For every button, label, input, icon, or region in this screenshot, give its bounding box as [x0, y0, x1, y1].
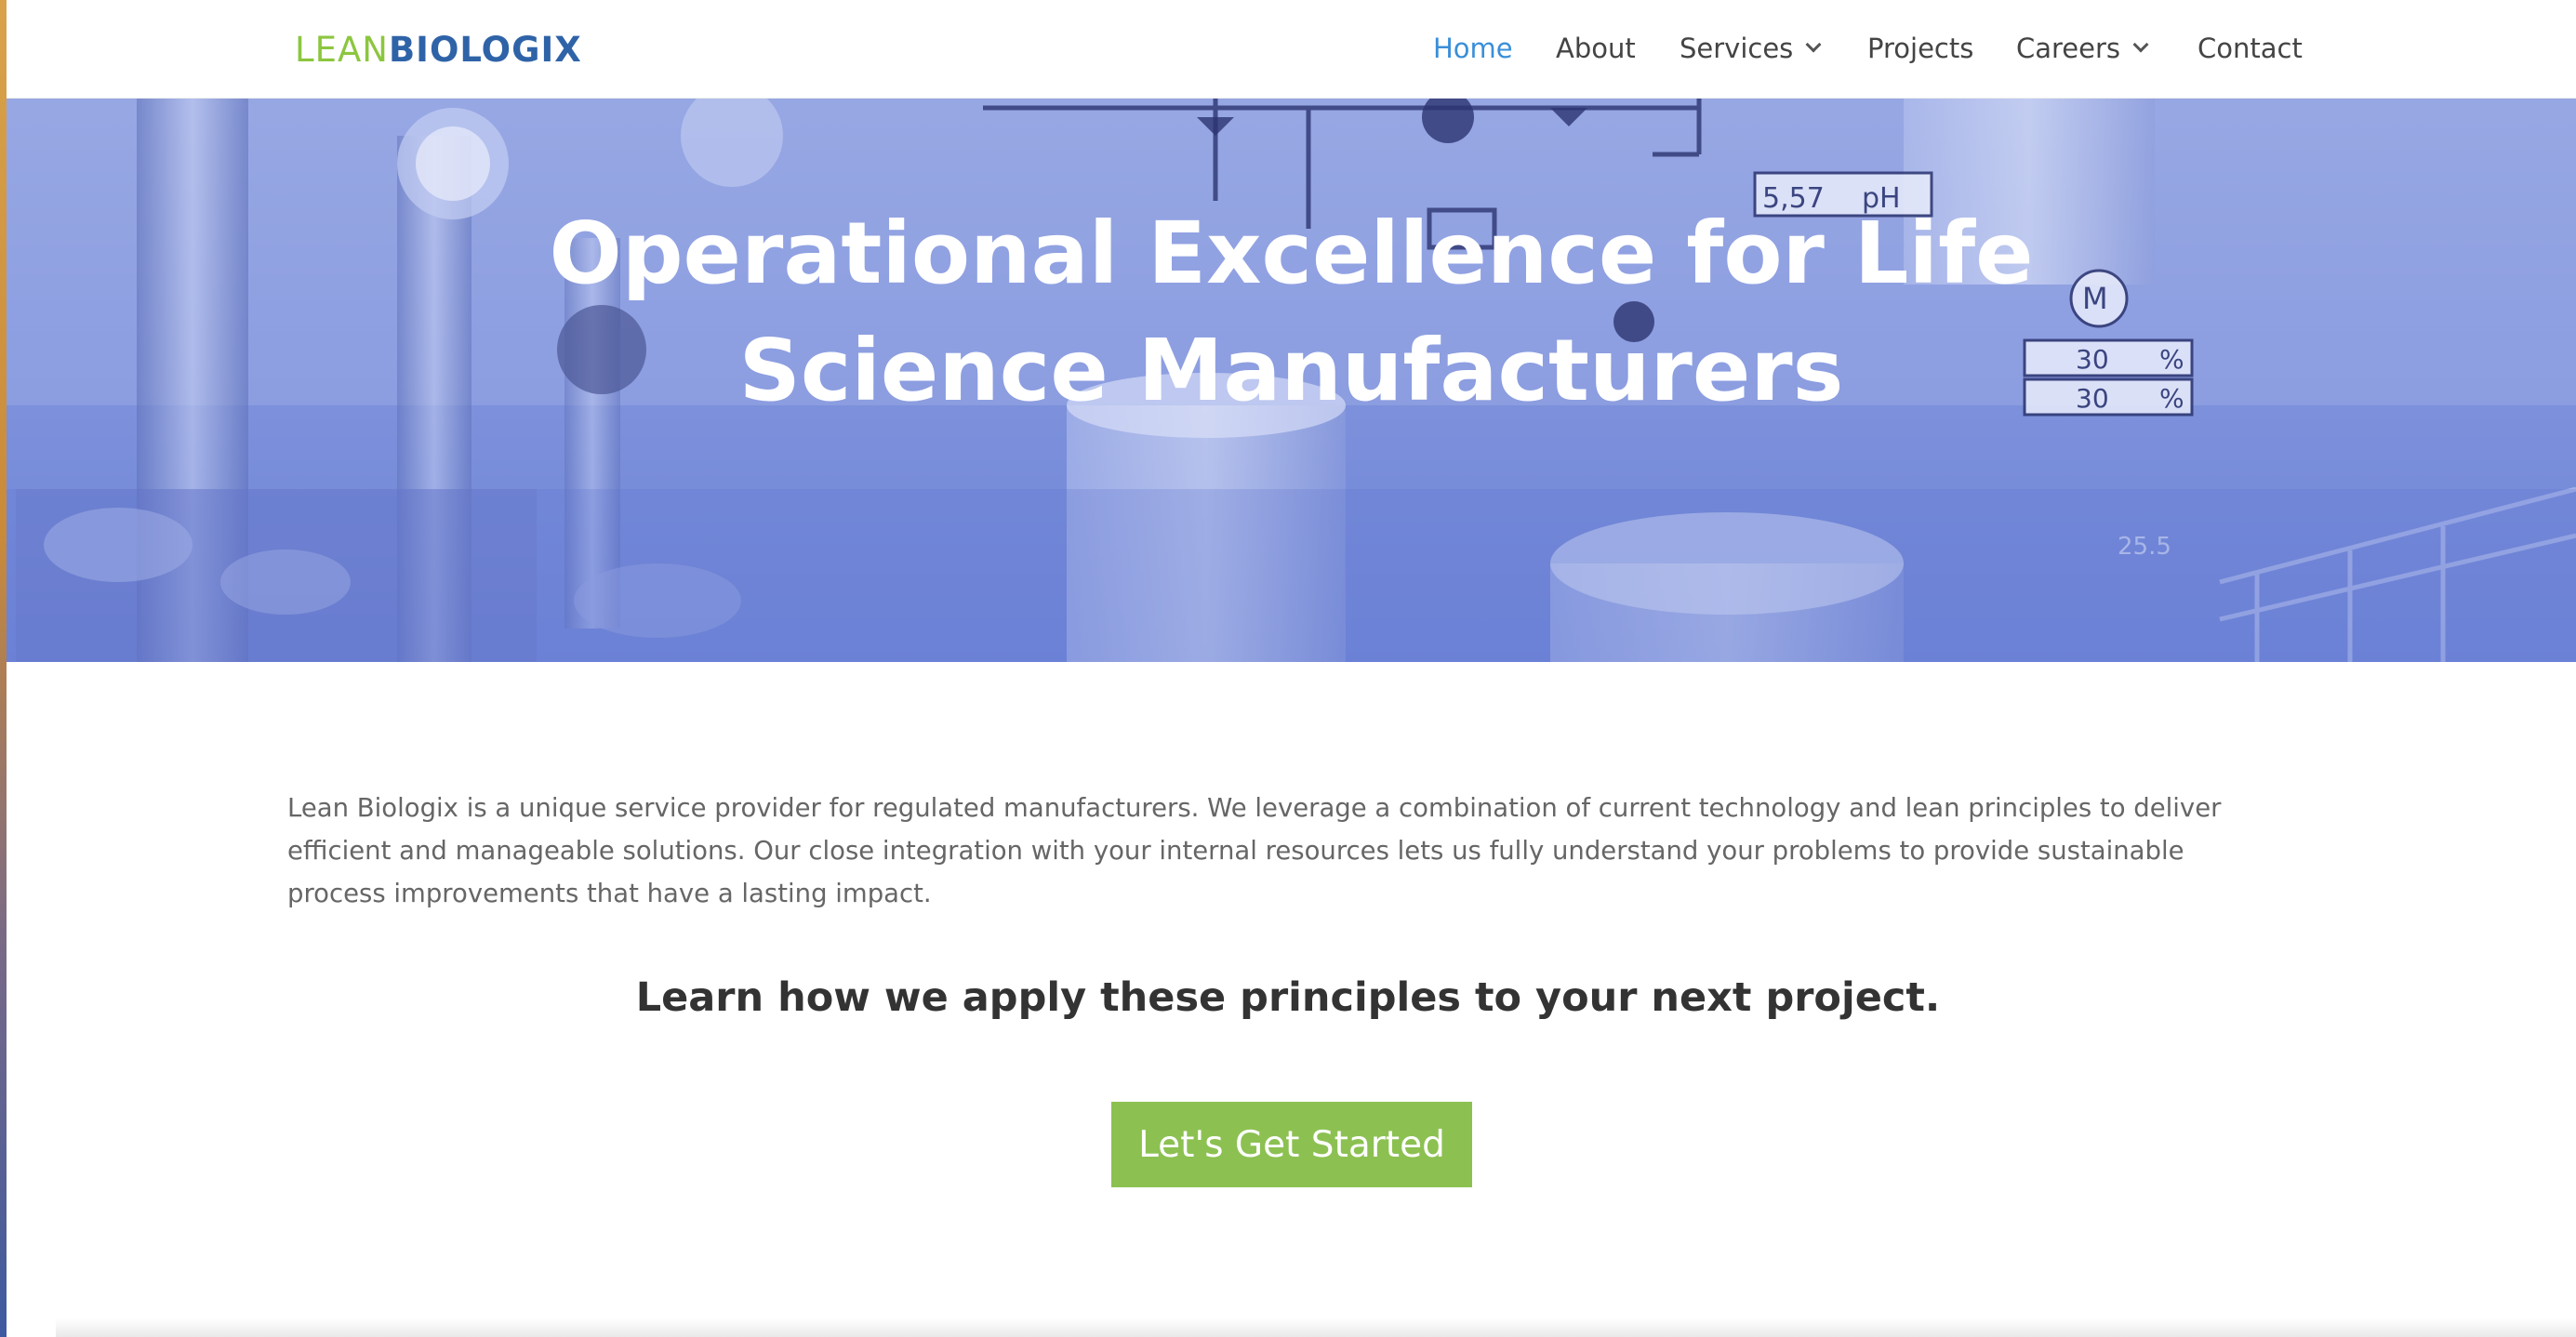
nav-services-label: Services	[1680, 33, 1794, 64]
cta-subheading: Learn how we apply these principles to y…	[635, 974, 1941, 1021]
nav-home[interactable]: Home	[1433, 30, 1513, 67]
hero-title-line-2: Science Manufacturers	[738, 321, 1844, 420]
nav-contact[interactable]: Contact	[2198, 30, 2303, 67]
nav-careers[interactable]: Careers	[2016, 30, 2149, 67]
logo-biologix-text: BIOLOGIX	[388, 29, 582, 70]
nav-projects-label: Projects	[1867, 33, 1974, 64]
intro-paragraph: Lean Biologix is a unique service provid…	[287, 793, 2222, 908]
nav-services[interactable]: Services	[1680, 30, 1822, 67]
hero-title: Operational Excellence for Life Science …	[7, 195, 2576, 430]
nav-contact-label: Contact	[2198, 33, 2303, 64]
nav-careers-label: Careers	[2016, 33, 2121, 64]
chevron-down-icon	[1805, 36, 1822, 53]
chevron-down-icon	[2132, 36, 2149, 53]
footer-shadow	[56, 1318, 2576, 1337]
logo-lean-text: LEAN	[295, 29, 389, 70]
site-logo[interactable]: LEAN BIOLOGIX	[295, 28, 582, 71]
hero-banner: 5,57 pH M 30 % 30 % 25.5 Operational Exc…	[7, 99, 2576, 662]
nav-home-label: Home	[1433, 33, 1513, 64]
nav-about-label: About	[1556, 33, 1636, 64]
hero-title-line-1: Operational Excellence for Life	[549, 204, 2034, 303]
browser-page: LEAN BIOLOGIX Home About Services Projec…	[0, 0, 2576, 1337]
get-started-button[interactable]: Let's Get Started	[1111, 1102, 1472, 1187]
nav-projects[interactable]: Projects	[1867, 30, 1973, 67]
site-header: LEAN BIOLOGIX Home About Services Projec…	[7, 0, 2576, 99]
window-edge	[0, 0, 7, 1337]
nav-about[interactable]: About	[1556, 30, 1636, 67]
